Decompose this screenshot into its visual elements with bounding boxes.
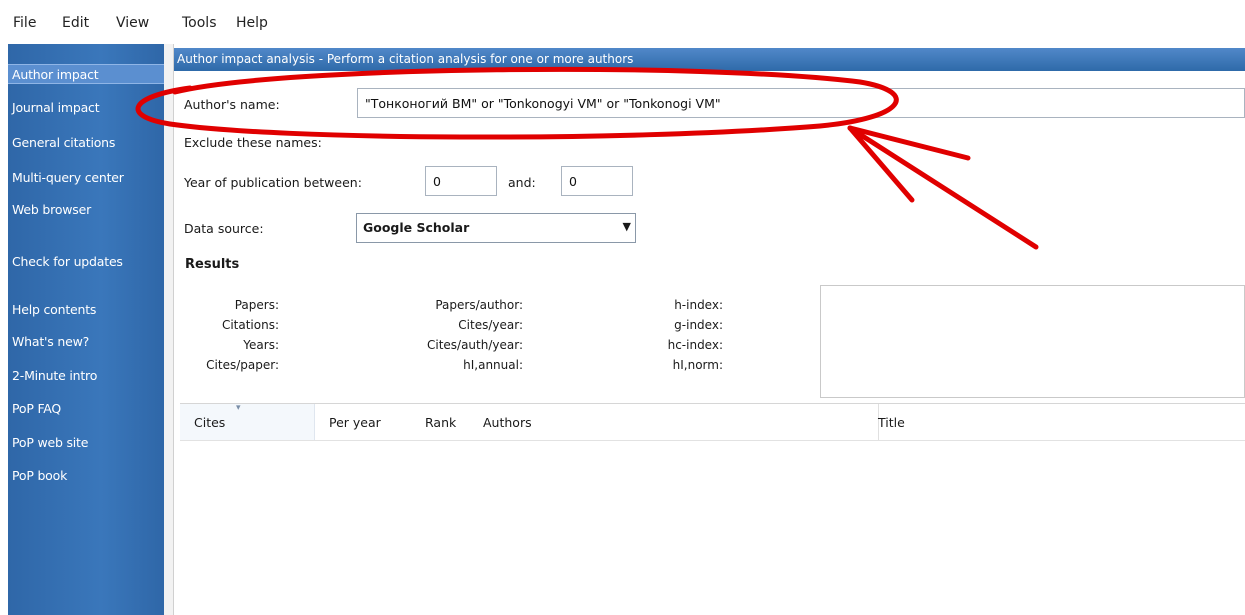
author-name-label: Author's name: <box>184 97 280 112</box>
menu-edit[interactable]: Edit <box>62 15 89 31</box>
menu-file[interactable]: File <box>13 15 36 31</box>
dropdown-arrow-icon[interactable]: ▼ <box>623 220 631 233</box>
sidebar-item-check-for-updates[interactable]: Check for updates <box>12 254 123 269</box>
stat-papers-author: Papers/author: <box>435 298 523 312</box>
data-source-value: Google Scholar <box>363 220 470 235</box>
results-detail-box <box>820 285 1245 398</box>
annotation-arrow-line-3 <box>847 125 915 203</box>
stat-hi-annual: hI,annual: <box>463 358 523 372</box>
menu-view[interactable]: View <box>116 15 149 31</box>
sidebar-item-web-browser[interactable]: Web browser <box>12 202 91 217</box>
column-rank[interactable]: Rank <box>425 415 456 430</box>
column-authors[interactable]: Authors <box>483 415 532 430</box>
stat-h-index: h-index: <box>674 298 723 312</box>
sidebar: Author impact Journal impact General cit… <box>8 44 164 615</box>
stat-papers: Papers: <box>234 298 279 312</box>
menu-bar: File Edit View Tools Help <box>0 0 1245 40</box>
menu-help[interactable]: Help <box>236 15 268 31</box>
column-cites-label: Cites <box>194 415 226 430</box>
panel-header: Author impact analysis - Perform a citat… <box>174 48 1245 71</box>
stat-cites-paper: Cites/paper: <box>206 358 279 372</box>
sidebar-item-whats-new[interactable]: What's new? <box>12 334 89 349</box>
results-title: Results <box>185 257 240 272</box>
sidebar-item-pop-faq[interactable]: PoP FAQ <box>12 401 61 416</box>
stat-g-index: g-index: <box>674 318 723 332</box>
stat-hi-norm: hI,norm: <box>672 358 723 372</box>
sidebar-item-journal-impact[interactable]: Journal impact <box>12 100 100 115</box>
stat-citations: Citations: <box>221 318 279 332</box>
stat-cites-year: Cites/year: <box>458 318 523 332</box>
stat-years: Years: <box>243 338 279 352</box>
data-source-label: Data source: <box>184 221 264 236</box>
column-title[interactable]: Title <box>878 415 905 430</box>
splitter[interactable] <box>164 44 174 615</box>
sidebar-item-pop-web-site[interactable]: PoP web site <box>12 435 88 450</box>
stat-cites-auth-year: Cites/auth/year: <box>426 338 523 352</box>
sidebar-item-multi-query-center[interactable]: Multi-query center <box>12 170 124 185</box>
annotation-arrow-line-2 <box>847 125 971 161</box>
sort-arrow-icon: ▾ <box>236 403 241 413</box>
sidebar-item-help-contents[interactable]: Help contents <box>12 302 96 317</box>
year-and-label: and: <box>508 175 536 190</box>
sidebar-item-2-minute-intro[interactable]: 2-Minute intro <box>12 368 97 383</box>
year-from-input[interactable] <box>425 166 497 196</box>
results-table-header: ▾ Cites Per year Rank Authors Title <box>180 403 1245 441</box>
author-name-input[interactable] <box>357 88 1245 118</box>
sidebar-item-author-impact[interactable]: Author impact <box>8 64 164 84</box>
column-cites[interactable]: ▾ Cites <box>180 403 315 440</box>
annotation-arrow-line-1 <box>847 125 1039 250</box>
data-source-select[interactable]: Google Scholar ▼ <box>356 213 636 243</box>
year-between-label: Year of publication between: <box>184 175 362 190</box>
year-to-input[interactable] <box>561 166 633 196</box>
exclude-names-label: Exclude these names: <box>184 135 322 150</box>
column-per-year[interactable]: Per year <box>329 415 381 430</box>
stat-hc-index: hc-index: <box>667 338 723 352</box>
sidebar-item-pop-book[interactable]: PoP book <box>12 468 67 483</box>
sidebar-item-general-citations[interactable]: General citations <box>12 135 115 150</box>
menu-tools[interactable]: Tools <box>182 15 217 31</box>
